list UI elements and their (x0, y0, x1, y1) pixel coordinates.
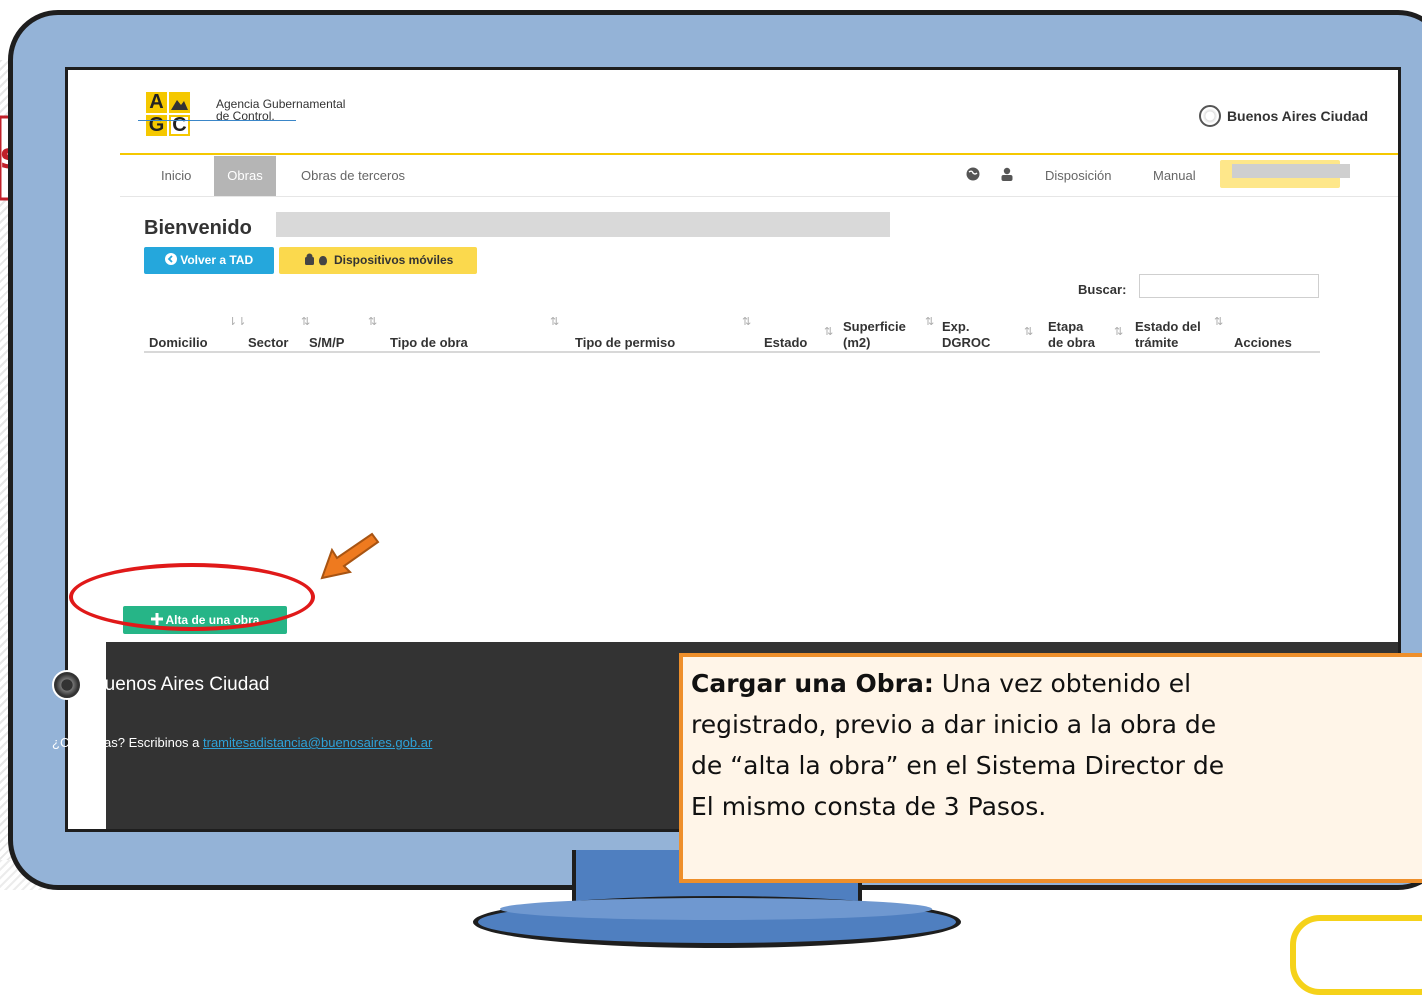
callout-text: Cargar una Obra: Una vez obtenido el reg… (691, 663, 1422, 827)
header-brand[interactable]: Buenos Aires Ciudad (1198, 105, 1368, 127)
callout-line4: El mismo consta de 3 Pasos. (691, 792, 1047, 821)
dispositivos-moviles-button[interactable]: Dispositivos móviles (279, 247, 477, 274)
logo-letter-c: C (169, 115, 190, 136)
corner-decoration (1290, 915, 1422, 995)
user-name-redacted (1232, 164, 1350, 178)
sort-active-icon[interactable]: ⇂⇂ (228, 315, 246, 328)
monitor-base-top (500, 898, 932, 920)
sort-icon[interactable]: ⇅ (368, 315, 377, 328)
column-header-smp[interactable]: S/M/P (309, 335, 344, 351)
nav-item-manual[interactable]: Manual (1153, 168, 1196, 183)
column-header-etapa[interactable]: Etapa de obra (1048, 319, 1095, 351)
user-name-redacted-block (276, 212, 890, 237)
arrow-left-circle-icon (164, 253, 177, 265)
sort-icon[interactable]: ⇅ (550, 315, 559, 328)
header-accent-line (120, 153, 1398, 155)
globe-icon[interactable] (966, 167, 980, 185)
column-header-tipo-permiso[interactable]: Tipo de permiso (575, 335, 675, 351)
callout-line2: registrado, previo a dar inicio a la obr… (691, 710, 1217, 739)
nav-item-disposicion[interactable]: Disposición (1045, 168, 1111, 183)
agency-name: Agencia Gubernamental de Control. (216, 98, 345, 122)
search-input[interactable] (1139, 274, 1319, 298)
footer-contact: ¿Consultas? Escribinos a tramitesadistan… (52, 735, 432, 750)
callout-lead: Cargar una Obra: (691, 669, 934, 698)
footer-city-seal-icon (52, 670, 82, 700)
column-header-estado-tramite[interactable]: Estado del trámite (1135, 319, 1201, 351)
column-header-domicilio[interactable]: Domicilio (149, 335, 208, 351)
logo-mark-icon (169, 92, 190, 113)
city-seal-icon (1198, 105, 1221, 127)
volver-tad-label: Volver a TAD (180, 253, 254, 267)
agency-name-line2: de Control. (216, 109, 275, 123)
logo-letter-a: A (146, 92, 167, 113)
nav-item-obras[interactable]: Obras (214, 156, 276, 196)
column-header-acciones: Acciones (1234, 335, 1292, 350)
logo-letter-g: G (146, 115, 167, 136)
agc-logo: A G C (146, 92, 190, 136)
callout-line1: Una vez obtenido el (933, 669, 1192, 698)
callout-line3: de “alta la obra” en el Sistema Director… (691, 751, 1225, 780)
column-header-tipo-obra[interactable]: Tipo de obra (390, 335, 468, 351)
main-nav: Inicio Obras Obras de terceros Disposici… (120, 156, 1398, 197)
sort-icon[interactable]: ⇅ (925, 315, 934, 328)
footer-email-link[interactable]: tramitesadistancia@buenosaires.gob.ar (203, 735, 432, 750)
column-header-sector[interactable]: Sector (248, 335, 288, 351)
welcome-title: Bienvenido (144, 217, 252, 239)
pointer-arrow-icon (320, 532, 380, 580)
highlight-ellipse (69, 563, 315, 631)
sort-icon[interactable]: ⇅ (742, 315, 751, 328)
column-header-superficie[interactable]: Superficie (m2) (843, 319, 906, 351)
table-header-divider (144, 351, 1320, 353)
user-icon[interactable] (1000, 167, 1014, 185)
sort-icon[interactable]: ⇅ (824, 325, 833, 338)
volver-tad-button[interactable]: Volver a TAD (144, 247, 274, 274)
column-header-exp-dgroc[interactable]: Exp. DGROC (942, 319, 990, 351)
sort-icon[interactable]: ⇅ (1024, 325, 1033, 338)
instruction-callout: Cargar una Obra: Una vez obtenido el reg… (679, 653, 1422, 883)
nav-item-inicio[interactable]: Inicio (161, 168, 191, 183)
footer-brand: Buenos Aires Ciudad (52, 670, 269, 700)
header-brand-label: Buenos Aires Ciudad (1226, 108, 1368, 124)
android-apple-icon (304, 253, 327, 266)
sort-icon[interactable]: ⇅ (1114, 325, 1123, 338)
column-header-estado[interactable]: Estado (764, 335, 807, 351)
footer-brand-label: Buenos Aires Ciudad (92, 674, 270, 695)
sort-icon[interactable]: ⇅ (1214, 315, 1223, 328)
search-label: Buscar: (1078, 282, 1127, 297)
nav-item-obras-terceros[interactable]: Obras de terceros (301, 168, 405, 183)
dispositivos-moviles-label: Dispositivos móviles (333, 253, 454, 267)
footer-contact-text: ¿Consultas? Escribinos a (52, 735, 204, 750)
sort-icon[interactable]: ⇅ (301, 315, 310, 328)
